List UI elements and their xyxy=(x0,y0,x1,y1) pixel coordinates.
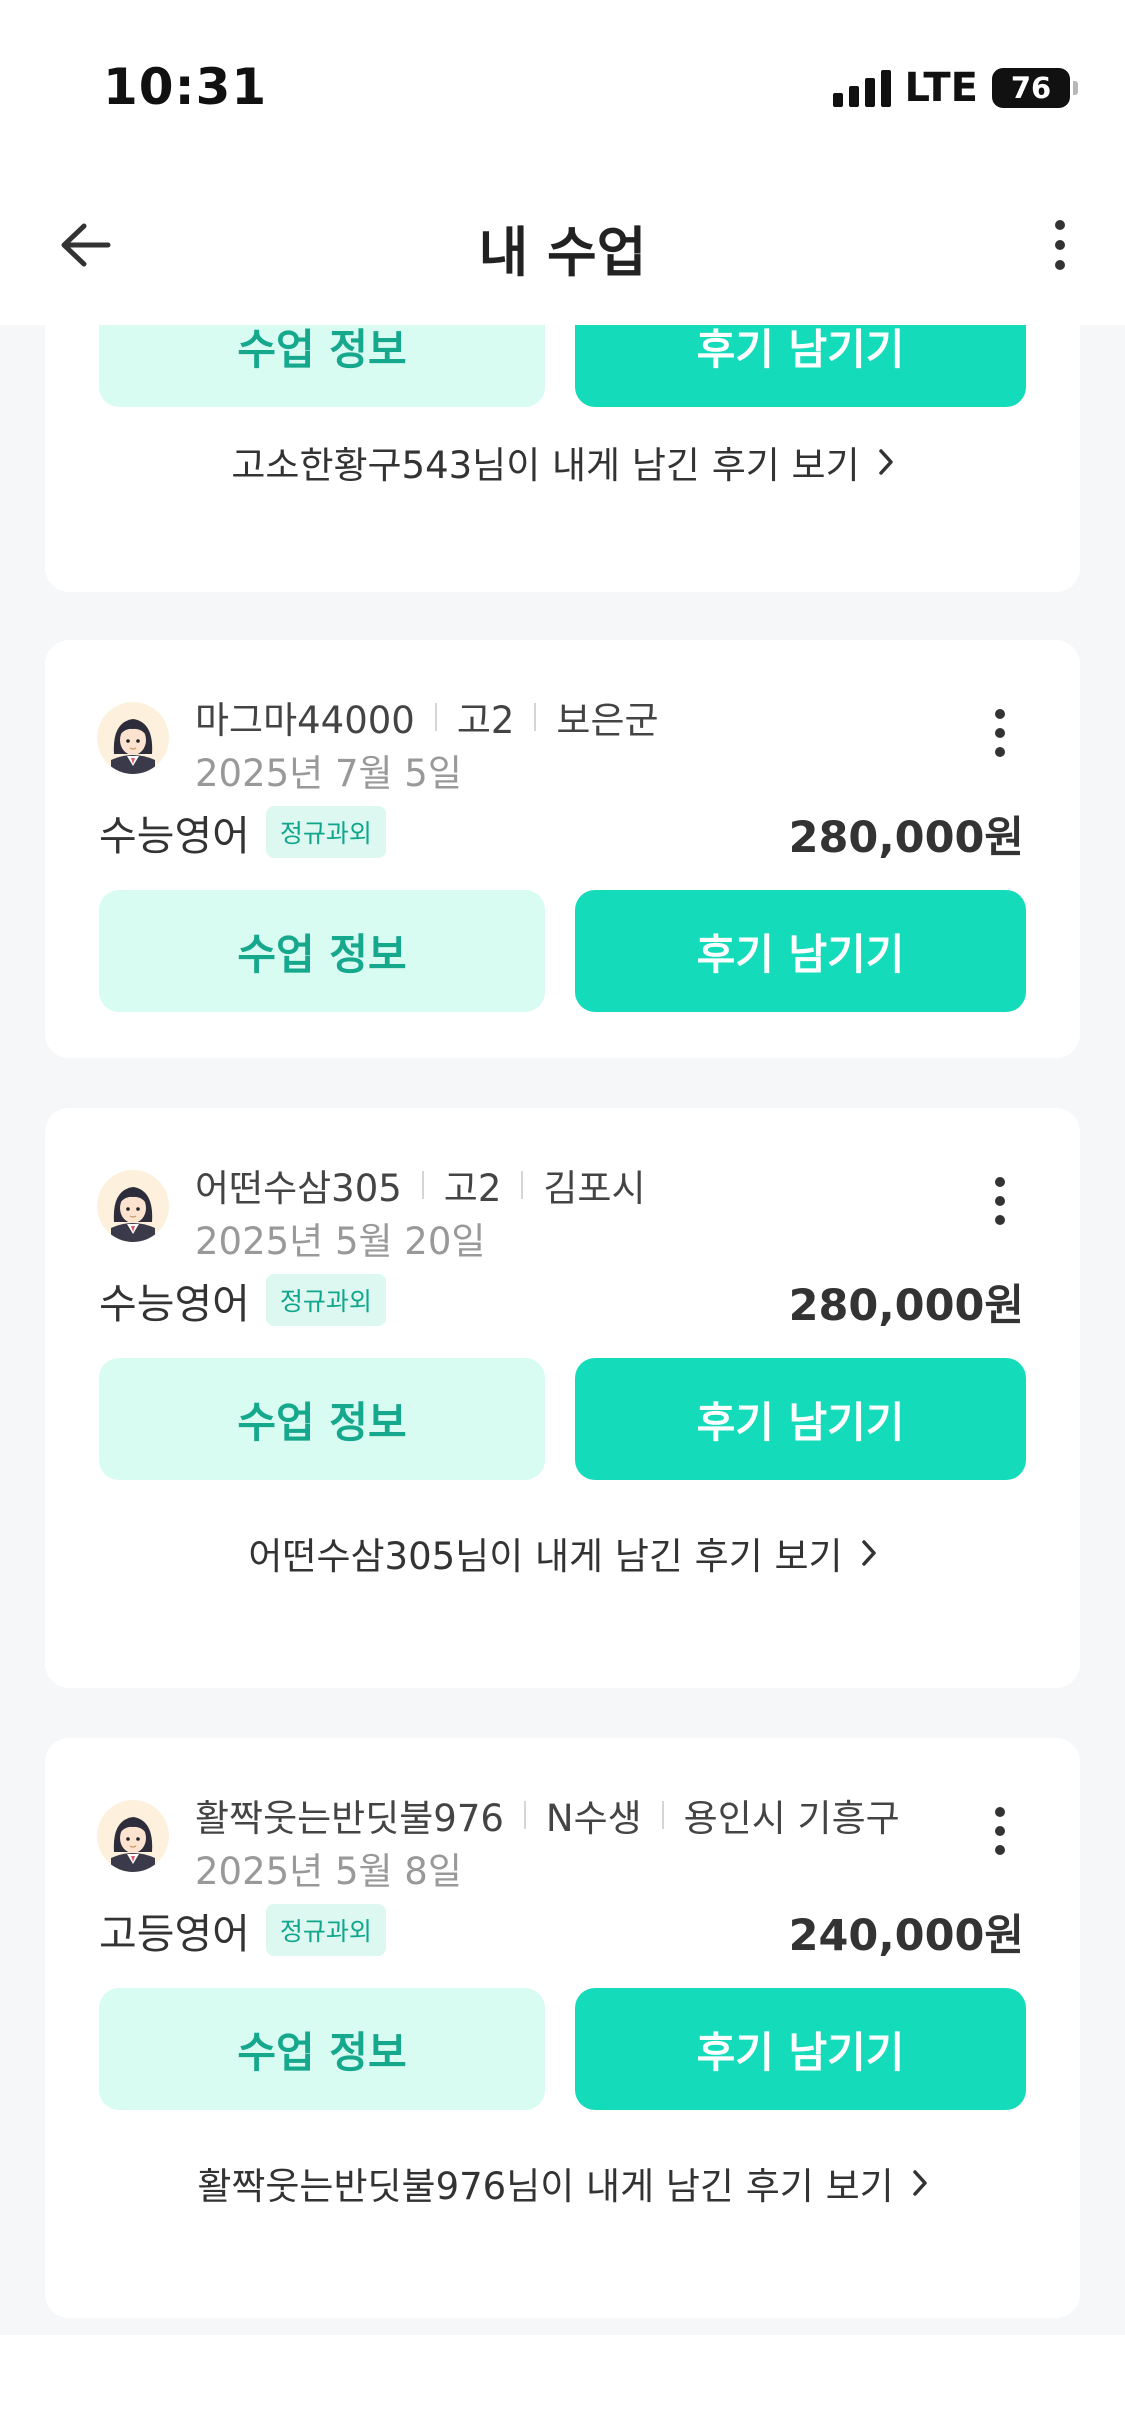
lesson-card: 어떤수삼305 고2 김포시 2025년 5월 20일 수능영어 정규과외 28… xyxy=(45,1108,1080,1688)
student-grade: 고2 xyxy=(443,1167,502,1210)
lesson-type-badge: 정규과외 xyxy=(265,1274,386,1326)
lesson-date: 2025년 5월 20일 xyxy=(195,1220,486,1263)
battery-icon: 76 xyxy=(992,68,1078,108)
chevron-right-icon xyxy=(912,2169,928,2197)
lesson-subject-row: 수능영어 정규과외 xyxy=(99,802,386,862)
header-more-button[interactable] xyxy=(1030,210,1090,280)
lesson-subject-row: 수능영어 정규과외 xyxy=(99,1270,386,1330)
lesson-price: 280,000원 xyxy=(788,1281,1024,1331)
view-review-link-label: 활짝웃는반딧불976님이 내게 남긴 후기 보기 xyxy=(197,2165,894,2208)
view-review-link[interactable]: 활짝웃는반딧불976님이 내게 남긴 후기 보기 xyxy=(45,2156,1080,2210)
student-region: 보은군 xyxy=(556,699,659,742)
lesson-list[interactable]: 수업 정보 후기 남기기 고소한황구543님이 내게 남긴 후기 보기 마그마4 xyxy=(0,325,1125,2335)
student-region: 용인시 기흥구 xyxy=(683,1797,900,1840)
student-meta: 활짝웃는반딧불976 N수생 용인시 기흥구 xyxy=(195,1788,900,1842)
lesson-card: 수업 정보 후기 남기기 고소한황구543님이 내게 남긴 후기 보기 xyxy=(45,325,1080,592)
write-review-button[interactable]: 후기 남기기 xyxy=(575,1988,1026,2110)
divider xyxy=(521,1171,524,1199)
signal-icon xyxy=(832,69,891,107)
card-more-button[interactable] xyxy=(980,1796,1020,1866)
student-avatar-icon xyxy=(97,1800,169,1872)
lesson-subject: 수능영어 xyxy=(99,1280,250,1328)
view-review-link-label: 어떤수삼305님이 내게 남긴 후기 보기 xyxy=(248,1535,843,1578)
lesson-info-button[interactable]: 수업 정보 xyxy=(99,1358,545,1480)
lesson-info-button[interactable]: 수업 정보 xyxy=(99,325,545,407)
student-nickname: 활짝웃는반딧불976 xyxy=(195,1797,504,1840)
status-indicators: LTE 76 xyxy=(832,65,1078,111)
lesson-date: 2025년 7월 5일 xyxy=(195,752,462,795)
write-review-button[interactable]: 후기 남기기 xyxy=(575,890,1026,1012)
chevron-right-icon xyxy=(861,1539,877,1567)
lesson-info-button[interactable]: 수업 정보 xyxy=(99,1988,545,2110)
lesson-price: 280,000원 xyxy=(788,813,1024,863)
chevron-right-icon xyxy=(878,448,894,476)
student-meta: 마그마44000 고2 보은군 xyxy=(195,690,659,744)
battery-level: 76 xyxy=(1010,71,1052,105)
lesson-type-badge: 정규과외 xyxy=(265,806,386,858)
page-title: 내 수업 xyxy=(478,221,647,284)
lesson-card: 활짝웃는반딧불976 N수생 용인시 기흥구 2025년 5월 8일 고등영어 … xyxy=(45,1738,1080,2318)
more-vertical-icon xyxy=(995,709,1005,757)
student-avatar-icon xyxy=(97,702,169,774)
view-review-link[interactable]: 고소한황구543님이 내게 남긴 후기 보기 xyxy=(45,435,1080,489)
lesson-subject: 수능영어 xyxy=(99,812,250,860)
student-nickname: 마그마44000 xyxy=(195,699,415,742)
nav-bar: 내 수업 xyxy=(0,170,1125,325)
card-more-button[interactable] xyxy=(980,698,1020,768)
card-more-button[interactable] xyxy=(980,1166,1020,1236)
divider xyxy=(434,703,437,731)
write-review-button[interactable]: 후기 남기기 xyxy=(575,1358,1026,1480)
lesson-subject-row: 고등영어 정규과외 xyxy=(99,1900,386,1960)
lesson-price: 240,000원 xyxy=(788,1911,1024,1961)
student-nickname: 어떤수삼305 xyxy=(195,1167,402,1210)
more-vertical-icon xyxy=(995,1807,1005,1855)
view-review-link-label: 고소한황구543님이 내게 남긴 후기 보기 xyxy=(231,444,860,487)
divider xyxy=(534,703,537,731)
student-region: 김포시 xyxy=(543,1167,646,1210)
student-grade: N수생 xyxy=(545,1797,642,1840)
divider xyxy=(523,1801,526,1829)
view-review-link[interactable]: 어떤수삼305님이 내게 남긴 후기 보기 xyxy=(45,1526,1080,1580)
student-meta: 어떤수삼305 고2 김포시 xyxy=(195,1158,646,1212)
student-grade: 고2 xyxy=(456,699,515,742)
lesson-subject: 고등영어 xyxy=(99,1910,250,1958)
network-label: LTE xyxy=(904,65,978,111)
lesson-card: 마그마44000 고2 보은군 2025년 7월 5일 수능영어 정규과외 28… xyxy=(45,640,1080,1058)
lesson-date: 2025년 5월 8일 xyxy=(195,1850,462,1893)
lesson-info-button[interactable]: 수업 정보 xyxy=(99,890,545,1012)
status-bar: 10:31 LTE 76 xyxy=(0,0,1125,170)
write-review-button[interactable]: 후기 남기기 xyxy=(575,325,1026,407)
lesson-type-badge: 정규과외 xyxy=(265,1904,386,1956)
home-indicator-area xyxy=(0,2335,1125,2436)
status-time: 10:31 xyxy=(103,58,268,116)
divider xyxy=(421,1171,424,1199)
more-vertical-icon xyxy=(995,1177,1005,1225)
more-vertical-icon xyxy=(1055,220,1065,270)
divider xyxy=(661,1801,664,1829)
student-avatar-icon xyxy=(97,1170,169,1242)
